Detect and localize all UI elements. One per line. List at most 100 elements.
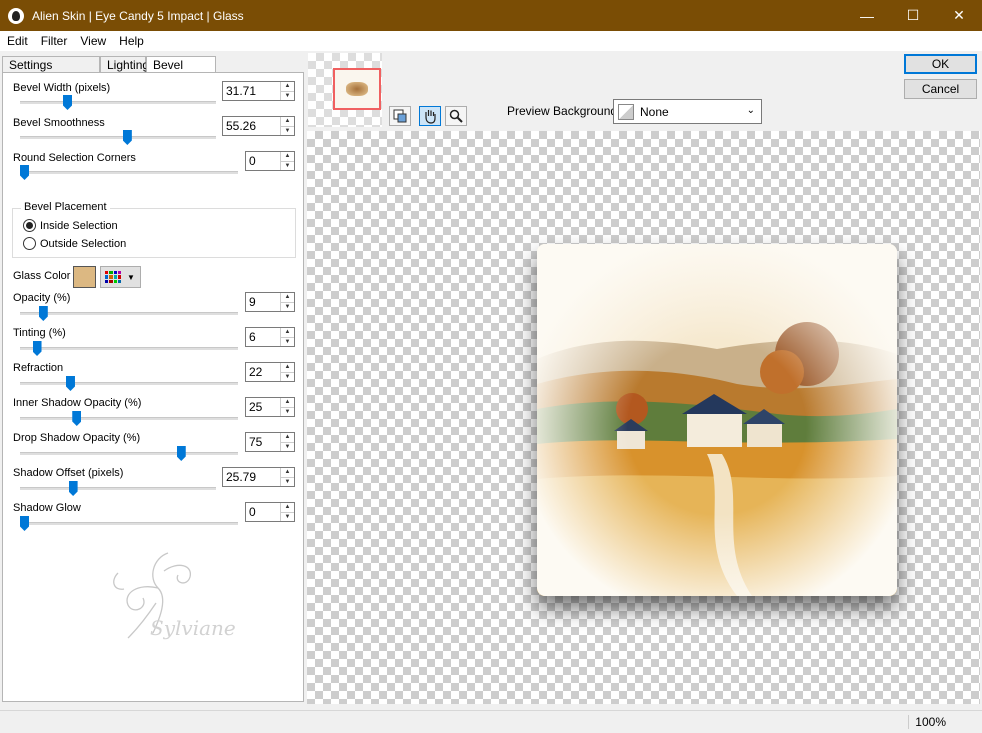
spin-down-icon[interactable]: ▼ xyxy=(281,303,294,312)
bevel-smoothness-stepper[interactable]: 55.26 ▲ ▼ xyxy=(222,116,295,136)
outside-selection-label: Outside Selection xyxy=(40,237,127,250)
spin-down-icon[interactable]: ▼ xyxy=(281,373,294,382)
outside-selection-option[interactable]: Outside Selection xyxy=(23,237,126,250)
glass-color-swatch[interactable] xyxy=(73,266,96,288)
spin-up-icon[interactable]: ▲ xyxy=(281,82,294,92)
round-corners-stepper[interactable]: 0 ▲ ▼ xyxy=(245,151,295,171)
drop-shadow-track[interactable] xyxy=(20,446,238,461)
settings-panel: Settings Lighting Bevel Profile Bevel Wi… xyxy=(2,56,304,702)
bevel-smoothness-thumb[interactable] xyxy=(122,130,132,145)
drop-shadow-value[interactable]: 75 xyxy=(246,433,280,451)
spin-up-icon[interactable]: ▲ xyxy=(281,363,294,373)
bevel-width-thumb[interactable] xyxy=(63,95,72,110)
menu-help[interactable]: Help xyxy=(112,34,150,48)
bevel-width-value[interactable]: 31.71 xyxy=(223,82,280,100)
spin-down-icon[interactable]: ▼ xyxy=(281,338,294,347)
shadow-offset-stepper[interactable]: 25.79 ▲ ▼ xyxy=(222,467,295,487)
spin-down-icon[interactable]: ▼ xyxy=(281,513,294,522)
preview-background-select[interactable]: None ⌄ xyxy=(613,99,762,124)
glass-color-label: Glass Color xyxy=(13,270,71,282)
inner-shadow-label: Inner Shadow Opacity (%) xyxy=(13,397,142,409)
chevron-down-icon: ▼ xyxy=(127,272,135,282)
spin-up-icon[interactable]: ▲ xyxy=(281,503,294,513)
settings-content: Bevel Width (pixels) 31.71 ▲ ▼ Bevel Smoo… xyxy=(2,72,304,702)
spin-up-icon[interactable]: ▲ xyxy=(281,117,294,127)
close-button[interactable]: ✕ xyxy=(936,0,982,31)
spin-up-icon[interactable]: ▲ xyxy=(281,468,294,478)
spin-down-icon[interactable]: ▼ xyxy=(281,92,294,101)
spin-down-icon[interactable]: ▼ xyxy=(281,478,294,487)
shadow-offset-thumb[interactable] xyxy=(68,481,78,496)
spin-up-icon[interactable]: ▲ xyxy=(281,398,294,408)
spin-up-icon[interactable]: ▲ xyxy=(281,433,294,443)
menu-view[interactable]: View xyxy=(73,34,112,48)
spin-down-icon[interactable]: ▼ xyxy=(281,443,294,452)
round-corners-label: Round Selection Corners xyxy=(13,152,136,164)
zoom-tool-button[interactable] xyxy=(445,106,467,126)
inner-shadow-value[interactable]: 25 xyxy=(246,398,280,416)
thumbnail-viewport[interactable] xyxy=(333,68,381,110)
spin-up-icon[interactable]: ▲ xyxy=(281,152,294,162)
tinting-track[interactable] xyxy=(20,341,238,356)
chevron-down-icon: ⌄ xyxy=(746,105,755,116)
spin-up-icon[interactable]: ▲ xyxy=(281,328,294,338)
shadow-glow-value[interactable]: 0 xyxy=(246,503,280,521)
color-palette-button[interactable]: ▼ xyxy=(100,266,141,288)
preview-canvas[interactable] xyxy=(307,131,980,704)
spin-down-icon[interactable]: ▼ xyxy=(281,127,294,136)
round-corners-track[interactable] xyxy=(20,165,238,180)
tinting-stepper[interactable]: 6 ▲ ▼ xyxy=(245,327,295,347)
inner-shadow-track[interactable] xyxy=(20,411,238,426)
opacity-value[interactable]: 9 xyxy=(246,293,280,311)
round-corners-thumb[interactable] xyxy=(20,165,29,180)
maximize-button[interactable]: ☐ xyxy=(890,0,936,31)
shadow-offset-track[interactable] xyxy=(20,481,216,496)
spin-up-icon[interactable]: ▲ xyxy=(281,293,294,303)
refraction-value[interactable]: 22 xyxy=(246,363,280,381)
bevel-width-track[interactable] xyxy=(20,95,216,110)
opacity-track[interactable] xyxy=(20,306,238,321)
opacity-stepper[interactable]: 9 ▲ ▼ xyxy=(245,292,295,312)
shadow-glow-stepper[interactable]: 0 ▲ ▼ xyxy=(245,502,295,522)
ok-button[interactable]: OK xyxy=(904,54,977,74)
inside-selection-option[interactable]: Inside Selection xyxy=(23,219,118,232)
bevel-width-stepper[interactable]: 31.71 ▲ ▼ xyxy=(222,81,295,101)
spin-down-icon[interactable]: ▼ xyxy=(281,408,294,417)
bevel-smoothness-value[interactable]: 55.26 xyxy=(223,117,280,135)
svg-text:Sylviane: Sylviane xyxy=(150,616,236,640)
preview-background-value: None xyxy=(640,104,669,119)
tinting-thumb[interactable] xyxy=(32,341,42,356)
shadow-offset-value[interactable]: 25.79 xyxy=(223,468,280,486)
drop-shadow-thumb[interactable] xyxy=(176,446,186,461)
spin-down-icon[interactable]: ▼ xyxy=(281,162,294,171)
round-corners-value[interactable]: 0 xyxy=(246,152,280,170)
hand-tool-button[interactable] xyxy=(419,106,441,126)
tab-bevel-profile[interactable]: Bevel Profile xyxy=(146,56,216,86)
tinting-value[interactable]: 6 xyxy=(246,328,280,346)
inner-shadow-thumb[interactable] xyxy=(72,411,82,426)
tab-lighting[interactable]: Lighting xyxy=(100,56,149,73)
hand-icon xyxy=(425,110,436,124)
refraction-track[interactable] xyxy=(20,376,238,391)
landscape-image xyxy=(537,244,897,596)
menu-filter[interactable]: Filter xyxy=(34,34,74,48)
bevel-placement-title: Bevel Placement xyxy=(21,201,110,213)
outside-selection-radio[interactable] xyxy=(23,237,36,250)
inner-shadow-stepper[interactable]: 25 ▲ ▼ xyxy=(245,397,295,417)
tab-strip: Settings Lighting Bevel Profile xyxy=(2,56,216,86)
minimize-button[interactable]: — xyxy=(844,0,890,31)
tab-settings[interactable]: Settings xyxy=(2,56,100,73)
inside-selection-radio[interactable] xyxy=(23,219,36,232)
shadow-glow-thumb[interactable] xyxy=(20,516,29,531)
thumbnail-navigator[interactable] xyxy=(308,53,382,127)
refraction-thumb[interactable] xyxy=(65,376,75,391)
shadow-glow-track[interactable] xyxy=(20,516,238,531)
drop-shadow-stepper[interactable]: 75 ▲ ▼ xyxy=(245,432,295,452)
refraction-stepper[interactable]: 22 ▲ ▼ xyxy=(245,362,295,382)
cancel-button[interactable]: Cancel xyxy=(904,79,977,99)
bevel-smoothness-track[interactable] xyxy=(20,130,216,145)
menu-edit[interactable]: Edit xyxy=(0,34,34,48)
navigator-tool-button[interactable] xyxy=(389,106,411,126)
opacity-thumb[interactable] xyxy=(38,306,48,321)
inside-selection-label: Inside Selection xyxy=(40,219,118,232)
